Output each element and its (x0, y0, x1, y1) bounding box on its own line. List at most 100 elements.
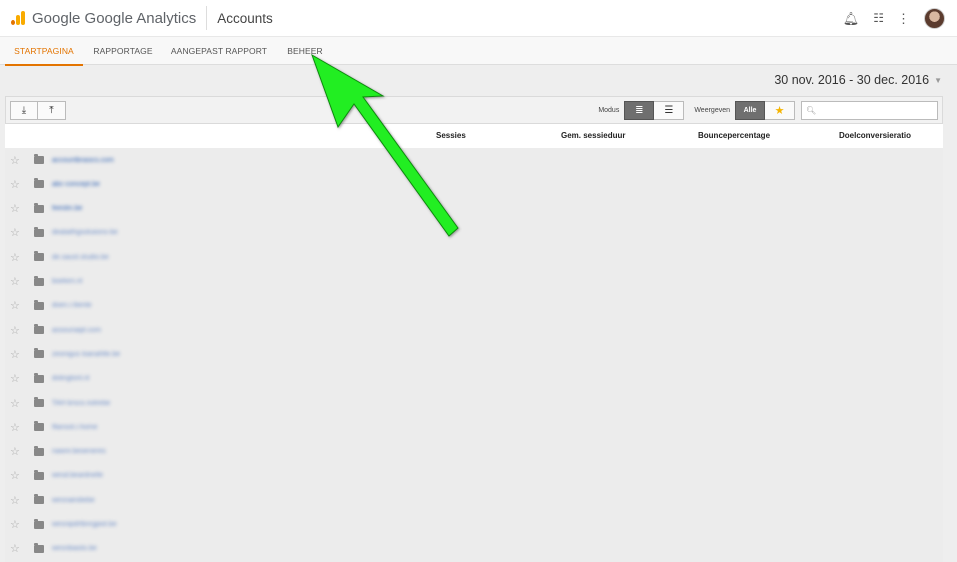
folder-icon[interactable] (34, 154, 44, 164)
folder-icon[interactable] (34, 275, 44, 286)
column-bouncepercentage[interactable]: Bouncepercentage (698, 124, 770, 148)
account-name-link[interactable]: wesnaindiebe (52, 497, 95, 504)
folder-icon[interactable] (34, 397, 44, 407)
account-name-link[interactable]: wesd.beardnelle (52, 472, 103, 479)
folder-icon[interactable] (34, 542, 44, 553)
more-vert-icon[interactable]: ⋮ (897, 12, 910, 25)
table-row[interactable]: ☆ doen.r.lliente (5, 294, 943, 318)
account-name-link[interactable]: zeonigus loanahlte.be (52, 351, 120, 358)
star-outline-icon[interactable]: ☆ (10, 518, 22, 531)
table-row[interactable]: ☆ TAH brsco.notrebe (5, 391, 943, 415)
star-outline-icon[interactable]: ☆ (10, 494, 22, 507)
account-name-link[interactable]: fllansot.r.home (52, 424, 98, 431)
table-row[interactable]: ☆ boeken.nl (5, 270, 943, 294)
date-range-label: 30 nov. 2016 - 30 dec. 2016 (774, 73, 930, 87)
table-header: Sessies Gem. sessieduur Bouncepercentage… (5, 124, 943, 148)
account-name-link[interactable]: doen.r.lliente (52, 302, 92, 309)
account-name-link[interactable]: assouriaipt.com (52, 327, 101, 334)
folder-icon[interactable] (34, 372, 44, 383)
tab-aangepast-rapport[interactable]: AANGEPAST RAPPORT (166, 37, 272, 66)
account-name-link[interactable]: nawnr.beoeneres (52, 448, 106, 455)
star-outline-icon[interactable]: ☆ (10, 202, 22, 215)
account-name-link[interactable]: TAH brsco.notrebe (52, 400, 110, 407)
date-range-picker[interactable]: 30 nov. 2016 - 30 dec. 2016 ▼ (774, 73, 942, 87)
search-box[interactable]: 🔍︎ (801, 100, 938, 120)
folder-icon[interactable] (34, 251, 44, 262)
star-outline-icon[interactable]: ☆ (10, 421, 22, 434)
account-name-link[interactable]: accountbrasics.com (52, 157, 114, 164)
table-row[interactable]: ☆ nawnr.beoeneres (5, 440, 943, 464)
table-row[interactable]: ☆ zeonigus loanahlte.be (5, 342, 943, 366)
table-row[interactable]: ☆ wesd.beardnelle (5, 464, 943, 488)
star-outline-icon[interactable]: ☆ (10, 542, 22, 555)
column-doelconversieratio[interactable]: Doelconversieratio (839, 124, 911, 148)
star-outline-icon[interactable]: ☆ (10, 251, 22, 264)
table-row[interactable]: ☆ fllansot.r.home (5, 415, 943, 439)
account-name-link[interactable]: feestin.be (52, 205, 82, 212)
star-outline-icon[interactable]: ☆ (10, 275, 22, 288)
folder-icon[interactable] (34, 324, 44, 335)
folder-icon[interactable] (34, 518, 44, 529)
star-outline-icon[interactable]: ☆ (10, 226, 22, 239)
search-input[interactable] (819, 105, 937, 115)
page-title[interactable]: Accounts (217, 11, 273, 26)
star-outline-icon[interactable]: ☆ (10, 372, 22, 385)
star-outline-icon[interactable]: ☆ (10, 178, 22, 191)
bell-icon[interactable]: 🔔︎ (843, 12, 860, 25)
tree-view-icon: ≣ (635, 104, 644, 116)
list-mode-button[interactable]: ☰ (654, 100, 685, 120)
table-row[interactable]: ☆ de.saust.studio.be (5, 245, 943, 269)
table-row[interactable]: ☆ wesnipdrtbnrgpiol.be (5, 513, 943, 537)
search-icon: 🔍︎ (806, 105, 817, 115)
expand-all-button[interactable]: ⤒ (38, 100, 66, 120)
header-icons: 🔔︎ ☷ ⋮ (843, 0, 945, 36)
tab-rapportage[interactable]: RAPPORTAGE (88, 37, 158, 66)
folder-icon[interactable] (34, 178, 44, 189)
star-outline-icon[interactable]: ☆ (10, 445, 22, 458)
tree-mode-button[interactable]: ≣ (624, 100, 655, 120)
apps-grid-icon[interactable]: ☷ (873, 12, 884, 24)
product-name[interactable]: Google Google Analytics (32, 10, 196, 27)
star-outline-icon[interactable]: ☆ (10, 469, 22, 482)
account-name-link[interactable]: wesnbiasto.be (52, 545, 97, 552)
folder-icon[interactable] (34, 226, 44, 237)
analytics-logo-icon[interactable] (11, 11, 25, 25)
table-row[interactable]: ☆ assouriaipt.com (5, 318, 943, 342)
star-outline-icon[interactable]: ☆ (10, 154, 22, 167)
star-outline-icon[interactable]: ☆ (10, 324, 22, 337)
table-row[interactable]: ☆ dealaithgsoluiions-be (5, 221, 943, 245)
account-name-link[interactable]: dolingtonl.nl (52, 375, 89, 382)
star-outline-icon[interactable]: ☆ (10, 348, 22, 361)
table-row[interactable]: ☆ accountbrasics.com (5, 148, 943, 172)
upload-arrow-icon: ⤒ (49, 104, 54, 116)
account-name-link[interactable]: abc-concept.be (52, 181, 100, 188)
column-sessies[interactable]: Sessies (436, 124, 466, 148)
table-row[interactable]: ☆ wesnbiasto.be (5, 537, 943, 561)
show-all-button[interactable]: Alle (735, 100, 765, 120)
account-name-link[interactable]: wesnipdrtbnrgpiol.be (52, 521, 117, 528)
tab-beheer[interactable]: BEHEER (281, 37, 329, 66)
folder-icon[interactable] (34, 348, 44, 359)
column-gem-sessieduur[interactable]: Gem. sessieduur (561, 124, 625, 148)
account-name-link[interactable]: de.saust.studio.be (52, 254, 109, 261)
avatar[interactable] (924, 7, 945, 29)
show-starred-button[interactable]: ★ (765, 100, 795, 120)
filter-toggle: Alle ★ (735, 100, 795, 120)
table-row[interactable]: ☆ feestin.be (5, 197, 943, 221)
folder-icon[interactable] (34, 445, 44, 456)
star-outline-icon[interactable]: ☆ (10, 397, 22, 410)
account-name-link[interactable]: dealaithgsoluiions-be (52, 229, 118, 236)
folder-icon[interactable] (34, 202, 44, 213)
tab-startpagina[interactable]: STARTPAGINA (5, 37, 83, 66)
star-outline-icon[interactable]: ☆ (10, 299, 22, 312)
folder-icon[interactable] (34, 421, 44, 432)
account-name-link[interactable]: boeken.nl (52, 278, 82, 285)
table-row[interactable]: ☆ dolingtonl.nl (5, 367, 943, 391)
collapse-all-button[interactable]: ⤓ (10, 100, 38, 120)
table-row[interactable]: ☆ abc-concept.be (5, 172, 943, 196)
folder-icon[interactable] (34, 469, 44, 480)
table-row[interactable]: ☆ wesnaindiebe (5, 488, 943, 512)
folder-icon[interactable] (34, 494, 44, 505)
folder-icon[interactable] (34, 299, 44, 310)
star-icon: ★ (774, 104, 785, 117)
